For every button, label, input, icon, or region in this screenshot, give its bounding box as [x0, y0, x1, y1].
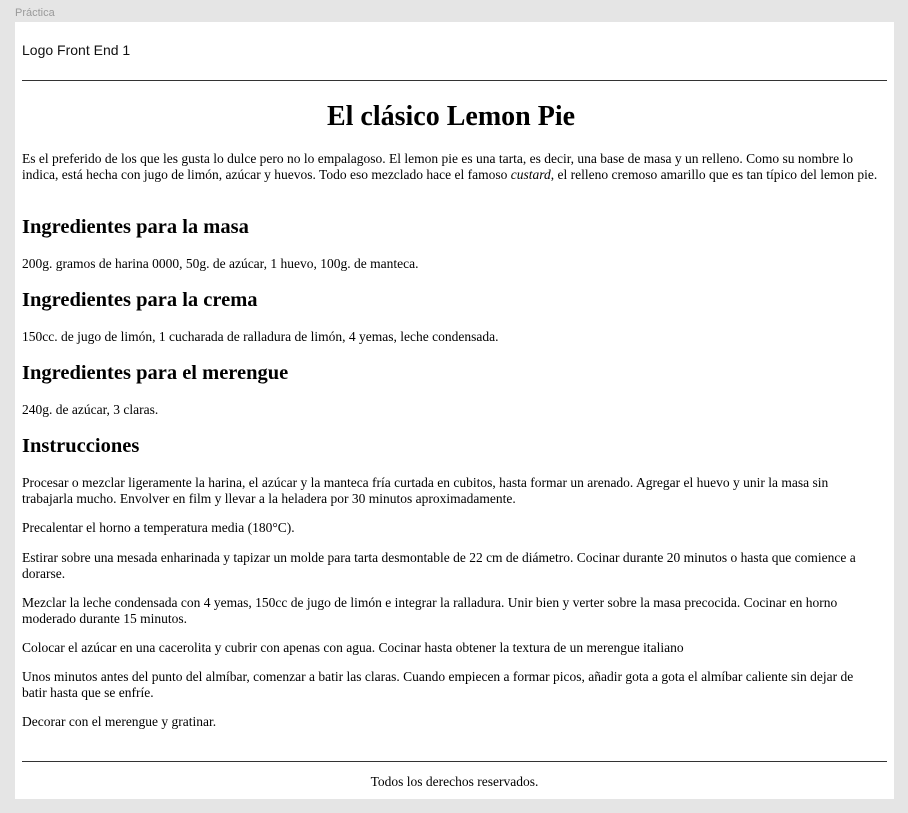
- instruction-step: Estirar sobre una mesada enharinada y ta…: [22, 550, 856, 581]
- frame-label: Práctica: [15, 7, 55, 19]
- instruction-step: Mezclar la leche condensada con 4 yemas,…: [22, 595, 838, 626]
- intro-emphasis: custard: [510, 167, 551, 182]
- section-heading-crema: Ingredientes para la crema: [22, 289, 258, 311]
- instruction-step: Colocar el azúcar en una cacerolita y cu…: [22, 640, 684, 655]
- intro-paragraph: Es el preferido de los que les gusta lo …: [22, 151, 880, 183]
- page-title: El clásico Lemon Pie: [326, 101, 576, 132]
- intro-text-end: , el relleno cremoso amarillo que es tan…: [550, 167, 878, 182]
- instruction-step: Precalentar el horno a temperatura media…: [22, 520, 295, 535]
- instruction-step: Unos minutos antes del punto del almíbar…: [22, 669, 854, 700]
- section-text-merengue: 240g. de azúcar, 3 claras.: [22, 402, 159, 417]
- footer-text: Todos los derechos reservados.: [370, 774, 539, 789]
- header-divider: [22, 80, 887, 81]
- instruction-step: Decorar con el merengue y gratinar.: [22, 714, 217, 729]
- section-heading-masa: Ingredientes para la masa: [22, 216, 249, 238]
- section-text-crema: 150cc. de jugo de limón, 1 cucharada de …: [22, 329, 499, 344]
- footer-divider: [22, 761, 887, 762]
- instructions-heading: Instrucciones: [22, 435, 140, 457]
- instruction-step: Procesar o mezclar ligeramente la harina…: [22, 475, 829, 506]
- section-heading-merengue: Ingredientes para el merengue: [22, 362, 289, 384]
- artboard: Logo Front End 1 El clásico Lemon Pie Es…: [15, 22, 894, 799]
- section-text-masa: 200g. gramos de harina 0000, 50g. de azú…: [22, 256, 419, 271]
- logo[interactable]: Logo Front End 1: [22, 41, 130, 59]
